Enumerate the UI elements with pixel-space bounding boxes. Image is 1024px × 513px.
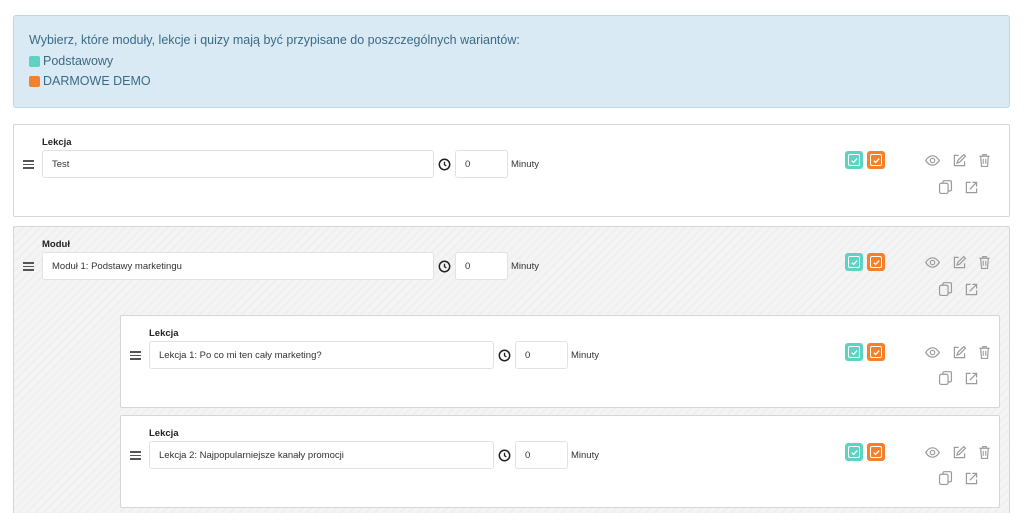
variant-demo-checkbox[interactable] [867, 151, 885, 169]
variant-demo-checkbox[interactable] [867, 253, 885, 271]
drag-handle-icon[interactable] [130, 351, 141, 360]
copy-icon[interactable] [936, 280, 954, 298]
trash-icon[interactable] [975, 443, 993, 461]
item-type-label: Lekcja [149, 428, 179, 439]
duration-unit: Minuty [571, 450, 599, 461]
eye-icon[interactable] [923, 151, 941, 169]
variant-podstawowy-checkbox[interactable] [845, 253, 863, 271]
item-type-label: Lekcja [42, 137, 72, 148]
legend-label-podstawowy: Podstawowy [43, 54, 114, 68]
item-type-label: Moduł [42, 239, 70, 250]
move-icon[interactable] [962, 178, 980, 196]
eye-icon[interactable] [923, 343, 941, 361]
duration-unit: Minuty [511, 159, 539, 170]
move-icon[interactable] [962, 369, 980, 387]
duration-unit: Minuty [511, 261, 539, 272]
edit-icon[interactable] [950, 151, 968, 169]
variant-demo-checkbox[interactable] [867, 343, 885, 361]
legend-podstawowy: Podstawowy [29, 54, 113, 68]
clock-icon [498, 349, 511, 362]
clock-icon [438, 260, 451, 273]
clock-icon [438, 158, 451, 171]
copy-icon[interactable] [936, 469, 954, 487]
item-type-label: Lekcja [149, 328, 179, 339]
info-text: Wybierz, które moduły, lekcje i quizy ma… [29, 33, 520, 47]
move-icon[interactable] [962, 469, 980, 487]
variant-podstawowy-checkbox[interactable] [845, 443, 863, 461]
drag-handle-icon[interactable] [23, 160, 34, 169]
variant-demo-checkbox[interactable] [867, 443, 885, 461]
trash-icon[interactable] [975, 151, 993, 169]
copy-icon[interactable] [936, 178, 954, 196]
eye-icon[interactable] [923, 253, 941, 271]
duration-input[interactable]: 0 [515, 341, 568, 369]
drag-handle-icon[interactable] [130, 451, 141, 460]
copy-icon[interactable] [936, 369, 954, 387]
duration-input[interactable]: 0 [455, 252, 508, 280]
duration-input[interactable]: 0 [455, 150, 508, 178]
lesson-name-input[interactable]: Test [42, 150, 434, 178]
variant-podstawowy-checkbox[interactable] [845, 343, 863, 361]
trash-icon[interactable] [975, 253, 993, 271]
variant-podstawowy-checkbox[interactable] [845, 151, 863, 169]
clock-icon [498, 449, 511, 462]
legend-darmowe-demo: DARMOWE DEMO [29, 74, 151, 88]
module-name-input[interactable]: Moduł 1: Podstawy marketingu [42, 252, 434, 280]
duration-input[interactable]: 0 [515, 441, 568, 469]
trash-icon[interactable] [975, 343, 993, 361]
edit-icon[interactable] [950, 253, 968, 271]
drag-handle-icon[interactable] [23, 262, 34, 271]
lesson-name-input[interactable]: Lekcja 2: Najpopularniejsze kanały promo… [149, 441, 494, 469]
teal-swatch [29, 55, 40, 67]
orange-swatch [29, 75, 40, 87]
lesson-name-input[interactable]: Lekcja 1: Po co mi ten cały marketing? [149, 341, 494, 369]
variants-info-box: Wybierz, które moduły, lekcje i quizy ma… [13, 15, 1010, 108]
legend-label-darmowe-demo: DARMOWE DEMO [43, 74, 151, 88]
edit-icon[interactable] [950, 343, 968, 361]
edit-icon[interactable] [950, 443, 968, 461]
move-icon[interactable] [962, 280, 980, 298]
duration-unit: Minuty [571, 350, 599, 361]
eye-icon[interactable] [923, 443, 941, 461]
